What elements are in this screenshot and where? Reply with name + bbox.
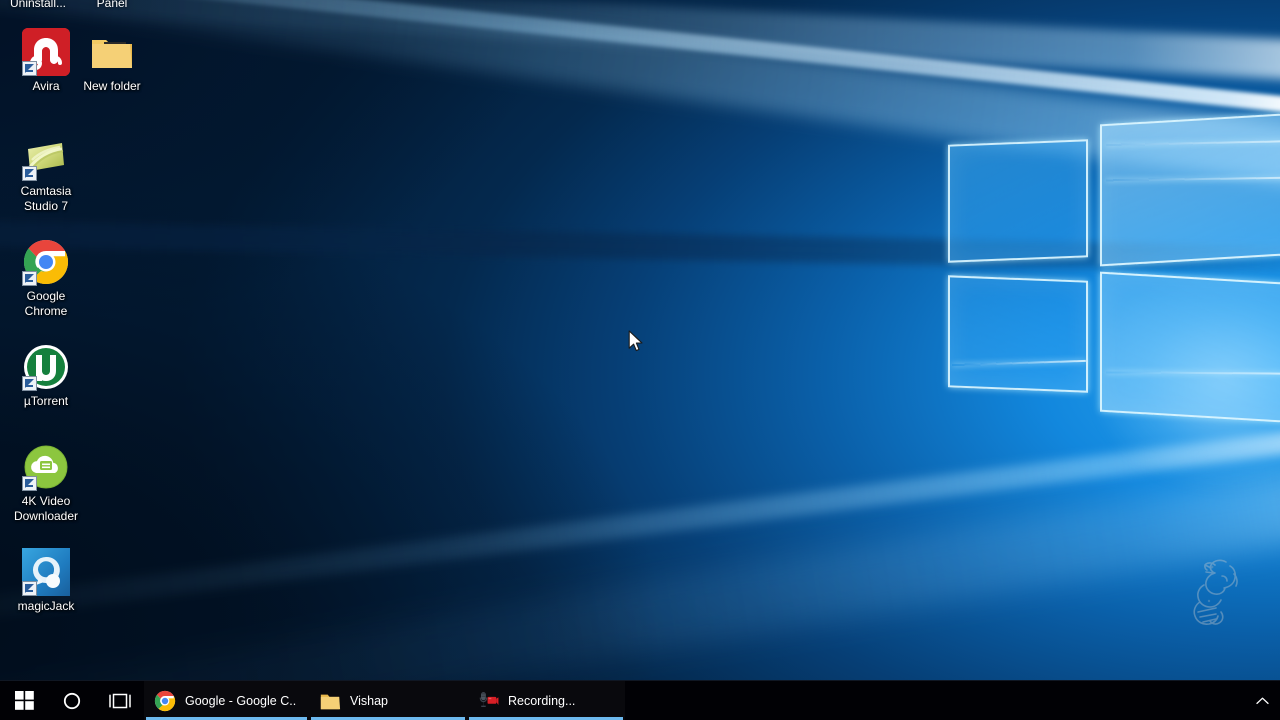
taskbar-task-area: Google - Google C... Vishap Recording... xyxy=(144,681,625,720)
chrome-icon xyxy=(22,238,70,286)
taskbar-item-label: Vishap xyxy=(350,693,388,708)
desktop-icon-layer: Avira New folder Camtasia Studio 7 Googl… xyxy=(0,0,1280,680)
shortcut-arrow-icon xyxy=(22,61,37,76)
task-view-icon xyxy=(109,693,131,708)
shortcut-arrow-icon xyxy=(22,476,37,491)
chrome-icon xyxy=(154,690,176,712)
desktop-icon-label: Camtasia Studio 7 xyxy=(20,184,72,213)
start-button[interactable] xyxy=(0,681,48,720)
desktop-icon-label: New folder xyxy=(83,79,141,93)
task-view-button[interactable] xyxy=(96,681,144,720)
magicjack-icon xyxy=(22,548,70,596)
desktop-icon-new-folder[interactable]: New folder xyxy=(74,28,150,94)
taskbar-item-recording[interactable]: Recording... xyxy=(467,681,625,720)
4k-video-downloader-icon xyxy=(22,443,70,491)
desktop-icon-utorrent[interactable]: µTorrent xyxy=(8,343,84,409)
chevron-up-icon xyxy=(1255,697,1269,704)
taskbar-item-vishap[interactable]: Vishap xyxy=(309,681,467,720)
taskbar-item-google-chrome[interactable]: Google - Google C... xyxy=(144,681,309,720)
cortana-search-button[interactable] xyxy=(48,681,96,720)
avira-icon xyxy=(22,28,70,76)
show-hidden-icons-button[interactable] xyxy=(1248,681,1276,720)
shortcut-arrow-icon xyxy=(22,376,37,391)
desktop-icon-label: Google Chrome xyxy=(24,289,68,318)
taskbar-item-label: Recording... xyxy=(508,693,576,708)
folder-icon xyxy=(88,28,136,76)
shortcut-arrow-icon xyxy=(22,581,37,596)
desktop-icon-google-chrome[interactable]: Google Chrome xyxy=(8,238,84,319)
folder-icon xyxy=(319,690,341,712)
desktop-icon-label: µTorrent xyxy=(23,394,69,408)
system-tray xyxy=(1248,681,1280,720)
taskbar: Google - Google C... Vishap Recording... xyxy=(0,680,1280,720)
camtasia-recorder-icon xyxy=(477,690,499,712)
utorrent-icon xyxy=(22,343,70,391)
shortcut-arrow-icon xyxy=(22,271,37,286)
windows-logo-icon xyxy=(14,691,34,710)
desktop-icon-label: 4K Video Downloader xyxy=(13,494,79,523)
camtasia-icon xyxy=(22,133,70,181)
desktop-icon-label: magicJack xyxy=(17,599,75,613)
desktop-screen: Uninstall... Panel Avira New folder Camt… xyxy=(0,0,1280,720)
desktop-icon-avira[interactable]: Avira xyxy=(8,28,84,94)
desktop-icon-label: Avira xyxy=(32,79,60,93)
desktop-icon-magicjack[interactable]: magicJack xyxy=(8,548,84,614)
desktop-icon-4k-video-downloader[interactable]: 4K Video Downloader xyxy=(8,443,84,524)
cortana-circle-icon xyxy=(63,692,81,709)
taskbar-item-label: Google - Google C... xyxy=(185,693,297,708)
desktop-icon-camtasia-studio-7[interactable]: Camtasia Studio 7 xyxy=(8,133,84,214)
shortcut-arrow-icon xyxy=(22,166,37,181)
